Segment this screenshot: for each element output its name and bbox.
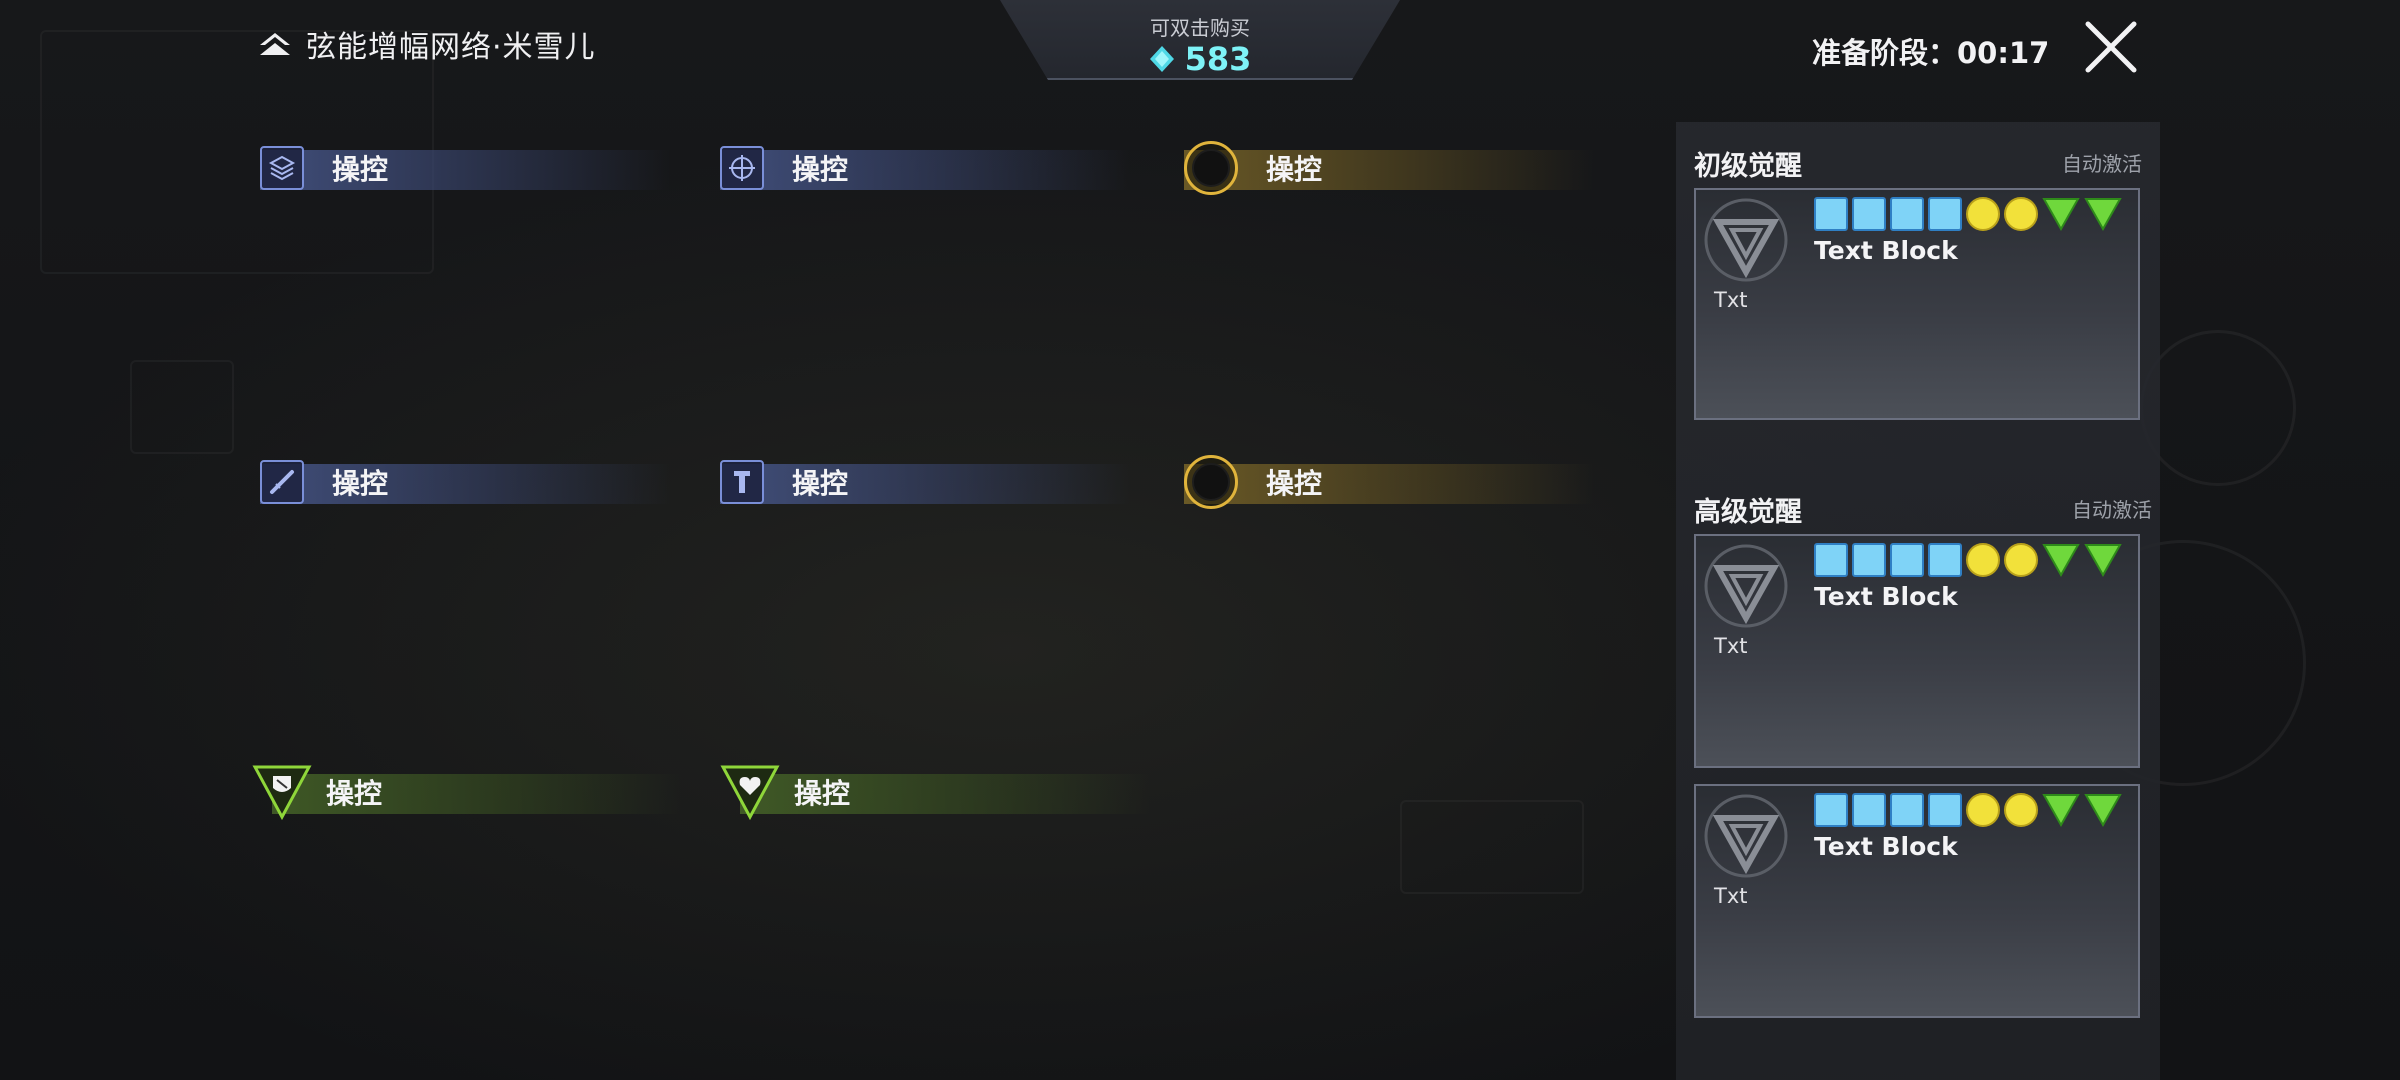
awaken-emblem-icon: [1704, 794, 1788, 878]
awaken-requirement-pips: [1814, 196, 2122, 232]
pillar-icon: [720, 460, 764, 504]
awaken-card-title: Text Block: [1814, 236, 1958, 265]
ring-icon: [1184, 141, 1238, 195]
prep-phase-timer: 准备阶段：00:17: [1812, 36, 2050, 70]
skill-label: 操控: [792, 467, 849, 500]
skill-slot[interactable]: 操控: [1184, 141, 1594, 195]
skill-slot[interactable]: 操控: [260, 458, 670, 506]
awaken-card-text: Txt: [1714, 634, 1748, 658]
awaken-card[interactable]: Text Block Txt: [1694, 188, 2140, 420]
diamond-currency-icon: [1149, 46, 1174, 72]
awaken-card-text: Txt: [1714, 288, 1748, 312]
skill-slot[interactable]: 操控: [260, 144, 670, 192]
stack-icon: [260, 146, 304, 190]
background-circle-ghost: [2140, 330, 2296, 486]
background-panel-ghost: [1400, 800, 1584, 894]
close-button[interactable]: [2082, 18, 2140, 76]
crosshair-icon: [720, 146, 764, 190]
currency-amount: 583: [1000, 40, 1400, 78]
advanced-awaken-auto-label: 自动激活: [2072, 498, 2152, 522]
basic-awaken-title: 初级觉醒: [1694, 151, 1802, 182]
close-icon: [2085, 21, 2137, 73]
skill-slot[interactable]: 操控: [1184, 455, 1594, 509]
skill-slot[interactable]: 操控: [720, 765, 1150, 820]
skill-label: 操控: [1266, 467, 1323, 500]
skill-slot[interactable]: 操控: [252, 765, 682, 820]
heart-icon: [720, 765, 780, 820]
awaken-card-title: Text Block: [1814, 832, 1958, 861]
background-panel-ghost: [130, 360, 234, 454]
purchase-hint: 可双击购买: [1150, 16, 1250, 40]
awaken-card[interactable]: Text Block Txt: [1694, 534, 2140, 768]
skill-label: 操控: [326, 777, 383, 810]
advanced-awaken-title: 高级觉醒: [1694, 497, 1802, 528]
awaken-requirement-pips: [1814, 792, 2122, 828]
awaken-requirement-pips: [1814, 542, 2122, 578]
blade-icon: [260, 460, 304, 504]
skill-label: 操控: [332, 467, 389, 500]
skill-slot[interactable]: 操控: [720, 144, 1130, 192]
awaken-card-title: Text Block: [1814, 582, 1958, 611]
chevron-up-icon: [260, 33, 290, 55]
skill-label: 操控: [332, 153, 389, 186]
ring-icon: [1184, 455, 1238, 509]
awaken-emblem-icon: [1704, 198, 1788, 282]
awaken-card-text: Txt: [1714, 884, 1748, 908]
screen-title-text: 弦能增幅网络·米雪儿: [306, 30, 596, 65]
currency-purchase-banner[interactable]: 可双击购买 583: [1000, 0, 1400, 80]
shield-icon: [252, 765, 312, 820]
awaken-card[interactable]: Text Block Txt: [1694, 784, 2140, 1018]
skill-slot[interactable]: 操控: [720, 458, 1130, 506]
basic-awaken-auto-label: 自动激活: [2062, 152, 2142, 176]
screen-title: 弦能增幅网络·米雪儿: [258, 22, 596, 66]
skill-label: 操控: [794, 777, 851, 810]
currency-amount-text: 583: [1184, 40, 1252, 78]
awaken-emblem-icon: [1704, 544, 1788, 628]
skill-label: 操控: [1266, 153, 1323, 186]
skill-label: 操控: [792, 153, 849, 186]
